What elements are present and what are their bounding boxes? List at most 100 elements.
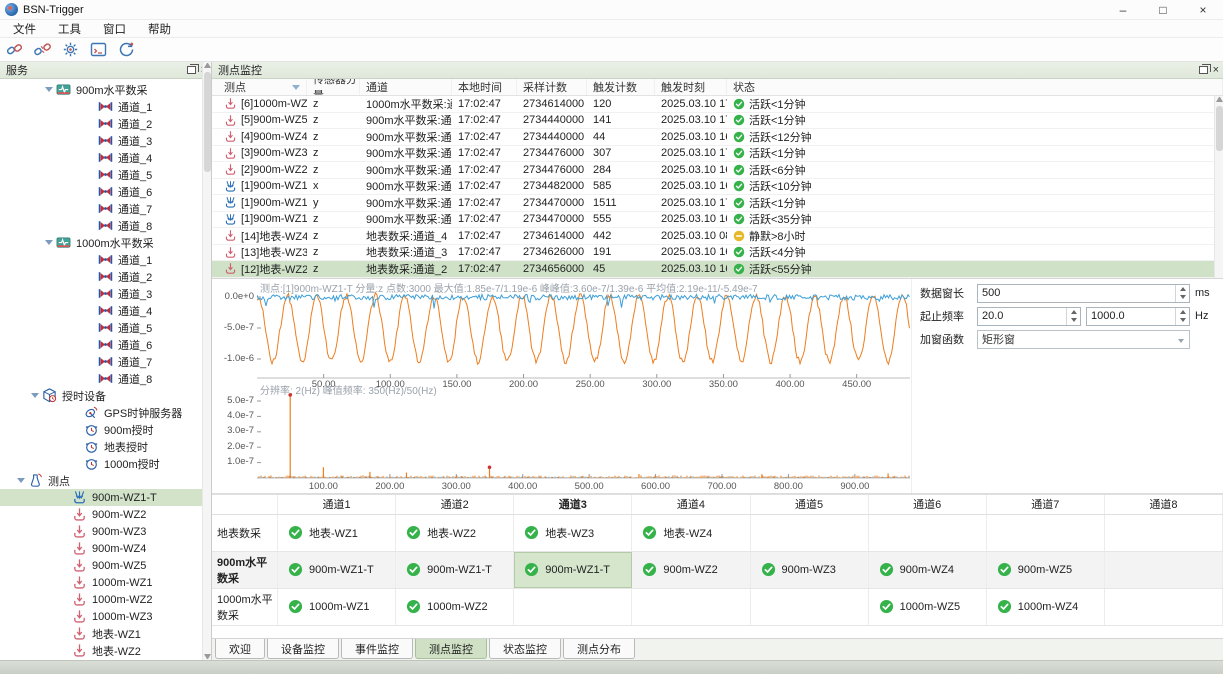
matrix-column-header[interactable]: 通道7 [987, 495, 1105, 514]
matrix-cell[interactable] [1105, 515, 1223, 551]
column-header[interactable]: 采样计数 [517, 79, 587, 95]
window-function-dropdown[interactable]: 矩形窗 [977, 330, 1190, 349]
table-row[interactable]: [3]900m-WZ3 z 900m水平数采:通道_5 17:02:47 273… [212, 146, 1223, 163]
minimize-button[interactable]: – [1103, 0, 1143, 19]
matrix-column-header[interactable]: 通道4 [632, 495, 750, 514]
matrix-cell[interactable]: 1000m-WZ4 [987, 589, 1105, 625]
tree-item[interactable]: 授时设备 [0, 387, 211, 404]
matrix-cell[interactable] [751, 515, 869, 551]
tree-item[interactable]: 1000m-WZ3 [0, 608, 211, 625]
tree-item[interactable]: 通道_5 [0, 319, 211, 336]
refresh-icon[interactable] [115, 40, 137, 60]
tab[interactable]: 状态监控 [489, 639, 561, 659]
tree-item[interactable]: 900m授时 [0, 421, 211, 438]
tab[interactable]: 测点分布 [563, 639, 635, 659]
scroll-down-icon[interactable] [204, 654, 211, 659]
float-panel-icon[interactable] [1199, 66, 1208, 74]
tree-item[interactable]: 1000m授时 [0, 455, 211, 472]
matrix-column-header[interactable]: 通道3 [514, 495, 632, 514]
matrix-cell[interactable]: 900m-WZ2 [632, 552, 750, 588]
matrix-cell[interactable]: 900m-WZ4 [869, 552, 987, 588]
tree-item[interactable]: 通道_5 [0, 166, 211, 183]
tree-item[interactable]: 地表授时 [0, 438, 211, 455]
tree-item[interactable]: 1000m-WZ1 [0, 574, 211, 591]
matrix-cell[interactable]: 900m-WZ3 [751, 552, 869, 588]
column-header[interactable]: 触发计数 [587, 79, 655, 95]
tree-item[interactable]: 通道_6 [0, 336, 211, 353]
table-row[interactable]: [13]地表-WZ3 z 地表数采:通道_3 17:02:47 27346260… [212, 245, 1223, 262]
menu-item[interactable]: 工具 [47, 21, 92, 37]
frequency-to-spinner[interactable] [1175, 308, 1189, 325]
chevron-down-icon[interactable] [44, 87, 53, 93]
column-header[interactable]: 触发时刻 [655, 79, 727, 95]
matrix-cell[interactable]: 900m-WZ1-T [514, 552, 632, 588]
table-row[interactable]: [12]地表-WZ2 z 地表数采:通道_2 17:02:47 27346560… [212, 261, 1223, 278]
matrix-column-header[interactable]: 通道8 [1105, 495, 1223, 514]
column-header[interactable]: 通道 [360, 79, 452, 95]
settings-gear-icon[interactable] [59, 40, 81, 60]
menu-item[interactable]: 窗口 [92, 21, 137, 37]
tree-item[interactable]: 通道_1 [0, 251, 211, 268]
tree-item[interactable]: 通道_1 [0, 98, 211, 115]
matrix-cell[interactable]: 地表-WZ4 [632, 515, 750, 551]
scroll-up-icon[interactable] [1216, 97, 1223, 102]
matrix-cell[interactable]: 1000m-WZ5 [869, 589, 987, 625]
tree-item[interactable]: 通道_3 [0, 285, 211, 302]
tab[interactable]: 事件监控 [341, 639, 413, 659]
tree-item[interactable]: 通道_8 [0, 217, 211, 234]
tree-item[interactable]: 900m-WZ2 [0, 506, 211, 523]
tree-item[interactable]: 900m-WZ4 [0, 540, 211, 557]
menu-item[interactable]: 文件 [2, 21, 47, 37]
menu-item[interactable]: 帮助 [137, 21, 182, 37]
chevron-down-icon[interactable] [30, 393, 39, 399]
close-panel-icon[interactable]: × [1213, 66, 1219, 75]
table-row[interactable]: [1]900m-WZ1-T y 900m水平数采:通道_2 17:02:47 2… [212, 195, 1223, 212]
tab[interactable]: 测点监控 [415, 639, 487, 659]
close-button[interactable]: × [1183, 0, 1223, 19]
tree-item[interactable]: 1000m水平数采 [0, 234, 211, 251]
scrollbar-thumb[interactable] [204, 72, 211, 172]
matrix-column-header[interactable]: 通道5 [751, 495, 869, 514]
tree-item[interactable]: 通道_7 [0, 353, 211, 370]
tree-item[interactable]: 900m-WZ5 [0, 557, 211, 574]
table-row[interactable]: [14]地表-WZ4 z 地表数采:通道_4 17:02:47 27346140… [212, 228, 1223, 245]
tree-item[interactable]: 通道_8 [0, 370, 211, 387]
tree-item[interactable]: 测点 [0, 472, 211, 489]
matrix-cell[interactable] [869, 515, 987, 551]
frequency-from-spinner[interactable] [1066, 308, 1080, 325]
float-panel-icon[interactable] [187, 66, 196, 74]
chevron-down-icon[interactable] [16, 478, 25, 484]
matrix-column-header[interactable]: 通道2 [396, 495, 514, 514]
tree-item[interactable]: 通道_6 [0, 183, 211, 200]
table-scrollbar[interactable] [1214, 96, 1223, 278]
tree-item[interactable]: 通道_2 [0, 115, 211, 132]
tree-item[interactable]: GPS时钟服务器 [0, 404, 211, 421]
window-length-input[interactable]: 500 [977, 284, 1190, 303]
frequency-from-input[interactable]: 20.0 [977, 307, 1081, 326]
matrix-cell[interactable] [987, 515, 1105, 551]
maximize-button[interactable]: □ [1143, 0, 1183, 19]
sidebar-scrollbar[interactable] [202, 62, 211, 660]
tree-item[interactable]: 地表-WZ2 [0, 642, 211, 659]
chevron-down-icon[interactable] [44, 240, 53, 246]
matrix-cell[interactable]: 地表-WZ2 [396, 515, 514, 551]
table-row[interactable]: [5]900m-WZ5 z 900m水平数采:通道_7 17:02:47 273… [212, 113, 1223, 130]
column-header[interactable]: 测点 [212, 79, 307, 95]
table-row[interactable]: [4]900m-WZ4 z 900m水平数采:通道_6 17:02:47 273… [212, 129, 1223, 146]
disconnect-icon[interactable] [31, 40, 53, 60]
tree-item[interactable]: 900m-WZ3 [0, 523, 211, 540]
matrix-cell[interactable]: 900m-WZ1-T [396, 552, 514, 588]
sort-icon[interactable] [292, 85, 300, 90]
tree-item[interactable]: 通道_4 [0, 149, 211, 166]
connect-icon[interactable] [3, 40, 25, 60]
matrix-cell[interactable] [751, 589, 869, 625]
scrollbar-thumb[interactable] [1216, 106, 1223, 151]
tree-item[interactable]: 地表-WZ1 [0, 625, 211, 642]
table-row[interactable]: [6]1000m-WZ1 z 1000m水平数采:通道_1 17:02:47 2… [212, 96, 1223, 113]
tree-item[interactable]: 通道_2 [0, 268, 211, 285]
tree-item[interactable]: 通道_4 [0, 302, 211, 319]
table-row[interactable]: [1]900m-WZ1-T z 900m水平数采:通道_3 17:02:47 2… [212, 212, 1223, 229]
matrix-cell[interactable] [1105, 552, 1223, 588]
tab[interactable]: 欢迎 [215, 639, 265, 659]
table-row[interactable]: [1]900m-WZ1-T x 900m水平数采:通道_1 17:02:47 2… [212, 179, 1223, 196]
